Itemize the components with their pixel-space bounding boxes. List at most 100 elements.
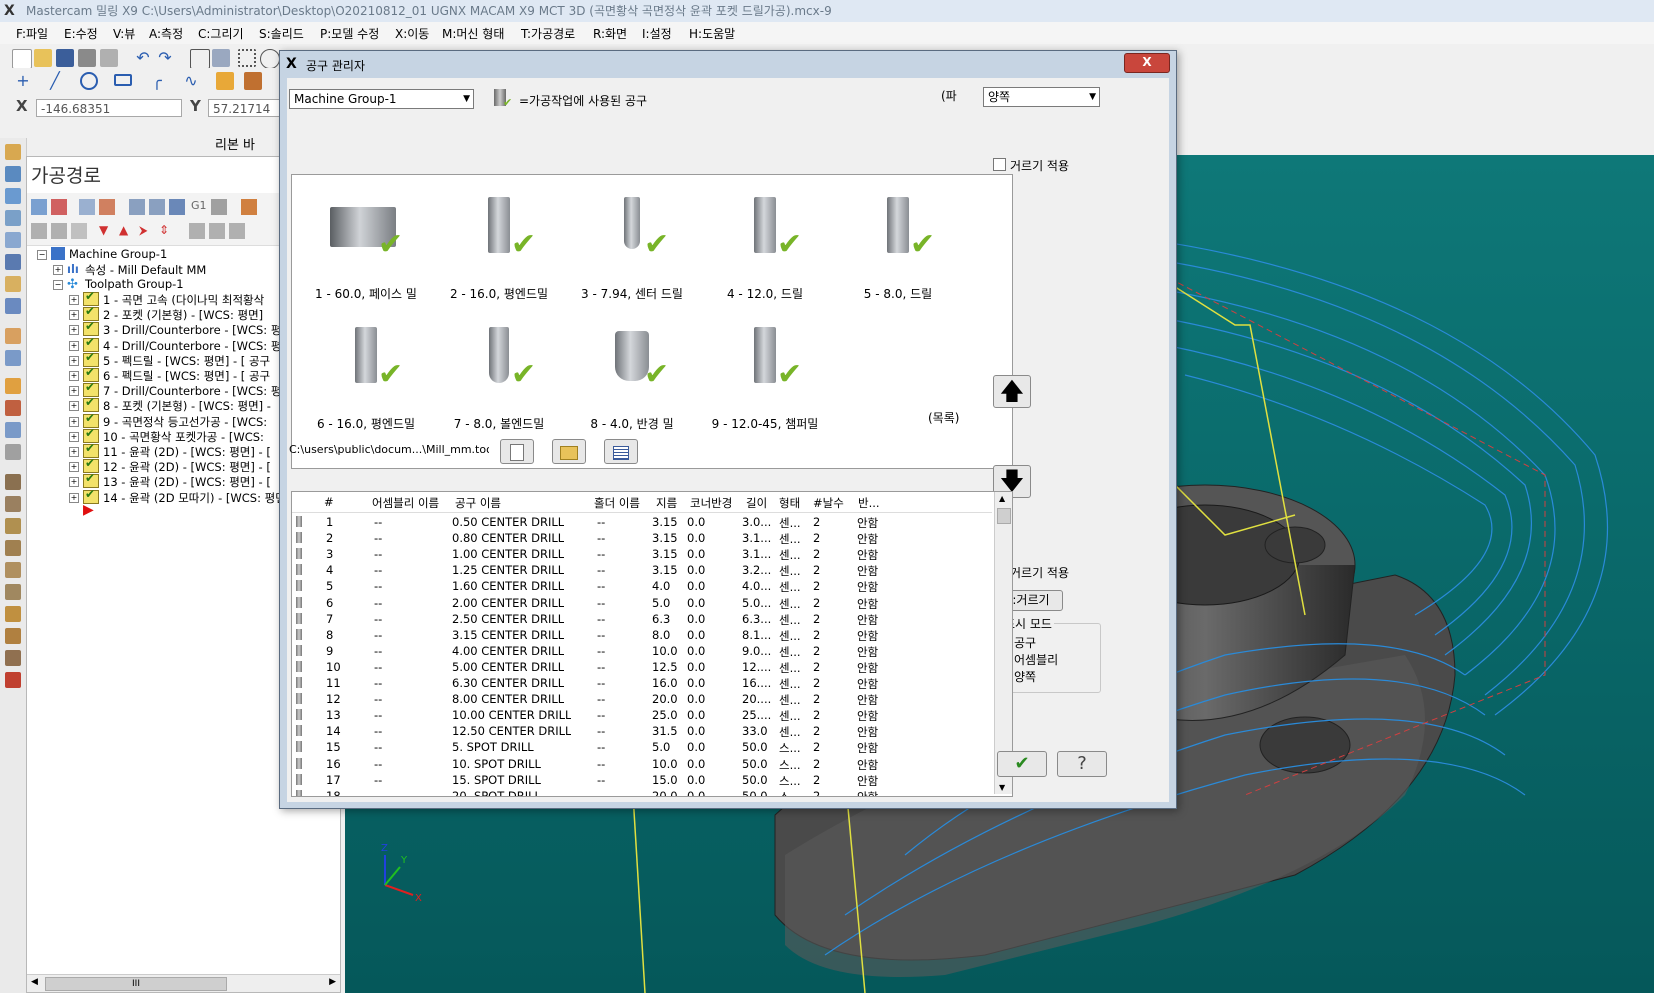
- col-length[interactable]: 길이: [746, 495, 767, 511]
- menu-file[interactable]: F:파일: [16, 25, 48, 42]
- surface-rough-icon[interactable]: [5, 378, 21, 394]
- table-row[interactable]: 18 -- 20. SPOT DRILL -- 20.0 0.0 50.0 스... 2 안함: [292, 788, 992, 796]
- color-icon[interactable]: [216, 72, 234, 90]
- horizontal-scrollbar[interactable]: ◀ III ▶: [27, 974, 340, 992]
- circle-icon[interactable]: [80, 72, 98, 90]
- tool-card[interactable]: ✔ 9 - 12.0-45, 챔퍼밀: [695, 311, 835, 441]
- scroll-to-insert-icon[interactable]: ⇕: [159, 223, 175, 239]
- expand-icon[interactable]: +: [69, 401, 79, 412]
- table-row[interactable]: 7 -- 2.50 CENTER DRILL -- 6.3 0.0 6.3... 센... 2 안…: [292, 611, 992, 627]
- close-button[interactable]: X: [1124, 53, 1170, 73]
- col-type[interactable]: 형태: [779, 495, 800, 511]
- rectangle-icon[interactable]: [114, 74, 132, 86]
- gear-icon[interactable]: [238, 49, 256, 67]
- save-icon[interactable]: [56, 49, 74, 67]
- face-icon[interactable]: [5, 350, 21, 366]
- fit-icon[interactable]: [190, 49, 210, 69]
- table-row[interactable]: 9 -- 4.00 CENTER DRILL -- 10.0 0.0 9.0... 센... 2…: [292, 643, 992, 659]
- screen-view-icon[interactable]: [212, 49, 230, 67]
- expand-icon[interactable]: +: [69, 325, 79, 336]
- insert-arrow-icon[interactable]: ⮞: [139, 223, 155, 239]
- scroll-left-icon[interactable]: ◀: [31, 977, 38, 987]
- table-row[interactable]: 14 -- 12.50 CENTER DRILL -- 31.5 0.0 33.0 센... 2…: [292, 723, 992, 739]
- zoom-icon[interactable]: [260, 49, 280, 69]
- menu-xform[interactable]: X:이동: [395, 25, 429, 42]
- print-preview-icon[interactable]: [100, 49, 118, 67]
- undo-icon[interactable]: ↶: [134, 49, 152, 67]
- backplot-icon[interactable]: [5, 518, 21, 534]
- g1-post-icon[interactable]: G1: [191, 199, 207, 215]
- solid-icon[interactable]: [244, 72, 262, 90]
- surface-finish-icon[interactable]: [5, 400, 21, 416]
- move-down-icon[interactable]: ▼: [99, 223, 115, 239]
- menu-toolpaths[interactable]: T:가공경로: [521, 25, 575, 42]
- col-more[interactable]: 반...: [858, 495, 880, 511]
- expand-icon[interactable]: +: [69, 355, 79, 366]
- deselect-icon[interactable]: [51, 199, 67, 215]
- material-icon[interactable]: [5, 650, 21, 666]
- scroll-up-icon[interactable]: ▲: [999, 494, 1005, 503]
- highfeed-icon[interactable]: [211, 199, 227, 215]
- select-all-icon[interactable]: [31, 199, 47, 215]
- collapse-icon[interactable]: −: [53, 280, 63, 290]
- help-icon[interactable]: [229, 223, 245, 239]
- menu-view[interactable]: V:뷰: [113, 25, 135, 42]
- single-select-icon[interactable]: [189, 223, 205, 239]
- nc-icon[interactable]: [5, 562, 21, 578]
- expand-icon[interactable]: +: [69, 310, 79, 321]
- tool-card[interactable]: ✔ 3 - 7.94, 센터 드릴: [562, 181, 702, 311]
- drill-cycle-icon[interactable]: [5, 276, 21, 292]
- move-up-button[interactable]: 🡅: [993, 375, 1031, 408]
- col-holder-name[interactable]: 홀더 이름: [594, 495, 640, 511]
- menu-settings[interactable]: I:설정: [642, 25, 672, 42]
- tool-card[interactable]: ✔ 2 - 16.0, 평엔드밀: [429, 181, 569, 311]
- machine-group-select[interactable]: Machine Group-1 ▼: [289, 89, 474, 109]
- table-row[interactable]: 1 -- 0.50 CENTER DRILL -- 3.15 0.0 3.0... 센... 2…: [292, 514, 992, 530]
- paste-button[interactable]: [500, 439, 534, 464]
- regenerate-icon[interactable]: [79, 199, 95, 215]
- table-row[interactable]: 2 -- 0.80 CENTER DRILL -- 3.15 0.0 3.1... 센... 2…: [292, 530, 992, 546]
- list-view-button[interactable]: [604, 439, 638, 464]
- scroll-right-icon[interactable]: ▶: [329, 977, 336, 987]
- open-library-button[interactable]: [552, 439, 586, 464]
- expand-icon[interactable]: +: [69, 447, 79, 457]
- table-row[interactable]: 10 -- 5.00 CENTER DRILL -- 12.5 0.0 12.... 센...…: [292, 659, 992, 675]
- tool-card[interactable]: ✔ 6 - 16.0, 평엔드밀: [296, 311, 436, 441]
- tool-card[interactable]: ✔ 1 - 60.0, 페이스 밀: [296, 181, 436, 311]
- art-icon[interactable]: [5, 188, 21, 204]
- col-corner-radius[interactable]: 코너반경: [690, 495, 732, 511]
- menu-screen[interactable]: R:화면: [593, 25, 627, 42]
- tool-icon[interactable]: [5, 606, 21, 622]
- col-flutes[interactable]: #날수: [813, 495, 844, 511]
- multi-select-icon[interactable]: [209, 223, 225, 239]
- filter-apply-checkbox-top[interactable]: 거르기 적용: [993, 157, 1069, 174]
- fixture-icon[interactable]: [5, 496, 21, 512]
- vertical-scrollbar[interactable]: ▲ ▼: [994, 492, 1012, 794]
- collapse-icon[interactable]: −: [37, 250, 47, 260]
- menu-measure[interactable]: A:측정: [149, 25, 183, 42]
- expand-icon[interactable]: +: [69, 431, 79, 442]
- tool-card[interactable]: ✔ 7 - 8.0, 볼엔드밀: [429, 311, 569, 441]
- table-row[interactable]: 12 -- 8.00 CENTER DRILL -- 20.0 0.0 20.... 센...…: [292, 691, 992, 707]
- expand-icon[interactable]: +: [69, 371, 79, 381]
- table-row[interactable]: 3 -- 1.00 CENTER DRILL -- 3.15 0.0 3.1... 센... 2…: [292, 546, 992, 562]
- toolpath-icon[interactable]: [5, 144, 21, 160]
- cube-icon[interactable]: [5, 672, 21, 688]
- delete-icon[interactable]: [241, 199, 257, 215]
- simulate-icon[interactable]: [169, 199, 185, 215]
- regenerate-dirty-icon[interactable]: [99, 199, 115, 215]
- open-file-icon[interactable]: [34, 49, 52, 67]
- menu-draw[interactable]: C:그리기: [198, 25, 244, 42]
- col-diameter[interactable]: 지름: [656, 495, 677, 511]
- tool-card[interactable]: ✔ 8 - 4.0, 반경 밀: [562, 311, 702, 441]
- redo-icon[interactable]: ↷: [156, 49, 174, 67]
- ok-button[interactable]: ✔: [997, 751, 1047, 777]
- print-icon[interactable]: [78, 49, 96, 67]
- table-row[interactable]: 8 -- 3.15 CENTER DRILL -- 8.0 0.0 8.1... 센... 2 안…: [292, 627, 992, 643]
- expand-icon[interactable]: +: [69, 492, 79, 503]
- spline-icon[interactable]: ∿: [182, 72, 200, 90]
- table-row[interactable]: 6 -- 2.00 CENTER DRILL -- 5.0 0.0 5.0... 센... 2 안…: [292, 595, 992, 611]
- expand-icon[interactable]: +: [69, 340, 79, 351]
- table-row[interactable]: 17 -- 15. SPOT DRILL -- 15.0 0.0 50.0 스... 2 안함: [292, 772, 992, 788]
- menu-help[interactable]: H:도움말: [689, 25, 735, 42]
